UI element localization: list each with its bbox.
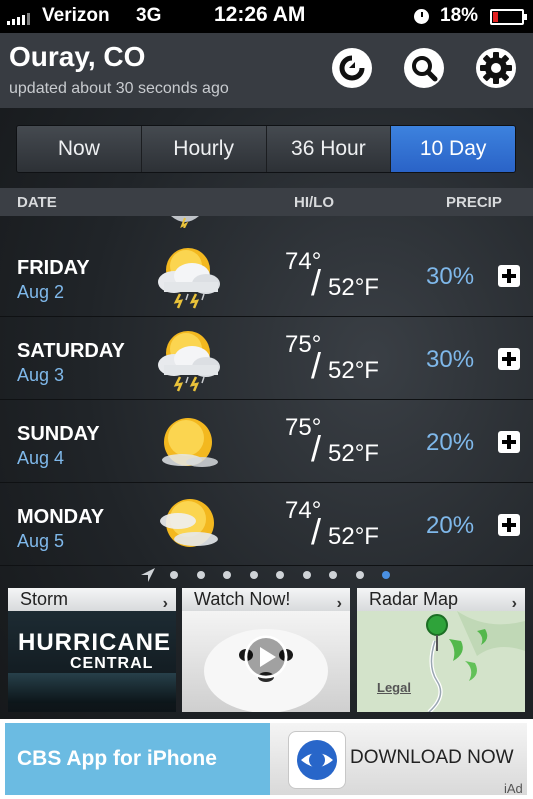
central-label: CENTRAL	[70, 655, 154, 672]
thunderstorm-icon	[171, 216, 199, 228]
precip-column-label: PRECIP	[446, 194, 502, 211]
thunderstorm-icon	[158, 331, 220, 392]
search-button[interactable]	[404, 48, 444, 88]
iad-badge: iAd	[504, 781, 523, 796]
day-date: Aug 5	[17, 531, 65, 551]
page-dot[interactable]	[223, 571, 231, 579]
page-dot[interactable]	[329, 571, 337, 579]
column-header: DATE HI/LO PRECIP	[0, 188, 533, 216]
play-icon	[246, 637, 286, 677]
gear-icon	[480, 52, 512, 84]
expand-day-button[interactable]	[498, 265, 520, 287]
location-header: Ouray, CO updated about 30 seconds ago	[0, 33, 533, 108]
hurricane-central-thumbnail: HURRICANE CENTRAL	[8, 611, 176, 712]
forecast-tabs: Now Hourly 36 Hour 10 Day	[16, 125, 516, 173]
precip-chance: 30%	[426, 263, 475, 290]
low-temp: 52°F	[328, 440, 379, 467]
low-temp: 52°F	[328, 274, 379, 301]
expand-day-button[interactable]	[498, 514, 520, 536]
page-dot[interactable]	[249, 571, 258, 579]
network-type: 3G	[136, 5, 162, 26]
legal-link[interactable]: Legal	[377, 680, 411, 695]
download-now-button[interactable]: DOWNLOAD NOW	[350, 747, 514, 769]
location-name: Ouray, CO	[9, 41, 146, 72]
forecast-list[interactable]: FRIDAY Aug 2 74° / 52°F 30% SATURDAY Aug…	[0, 216, 533, 566]
page-dot[interactable]	[196, 571, 205, 579]
precip-chance: 20%	[426, 512, 475, 539]
map-pin-icon	[427, 615, 447, 635]
alarm-clock-icon	[414, 9, 429, 24]
forecast-row-saturday[interactable]: SATURDAY Aug 3 75° / 52°F 30%	[0, 317, 533, 400]
watch-now-card[interactable]: Watch Now! ›	[182, 588, 350, 712]
status-bar: Verizon 3G 12:26 AM 18%	[0, 0, 533, 33]
ad-banner[interactable]: CBS App for iPhone DOWNLOAD NOW iAd	[0, 719, 533, 799]
partly-cloudy-icon	[160, 499, 218, 547]
forecast-row-sunday[interactable]: SUNDAY Aug 4 75° / 52°F 20%	[0, 400, 533, 483]
day-date: Aug 3	[17, 365, 65, 385]
card-title: Radar Map ›	[357, 588, 525, 612]
battery-icon	[490, 9, 527, 25]
settings-button[interactable]	[476, 48, 516, 88]
forecast-row-friday[interactable]: FRIDAY Aug 2 74° / 52°F 30%	[0, 234, 533, 317]
refresh-icon	[339, 55, 365, 81]
last-updated-text: updated about 30 seconds ago	[9, 80, 229, 97]
page-dot[interactable]	[382, 571, 390, 579]
page-dot[interactable]	[302, 571, 311, 579]
page-dot[interactable]	[170, 571, 178, 579]
status-time: 12:26 AM	[214, 3, 306, 26]
page-dot[interactable]	[355, 571, 364, 579]
day-date: Aug 4	[17, 448, 65, 468]
precip-chance: 30%	[426, 346, 475, 373]
forecast-row-monday[interactable]: MONDAY Aug 5 74° / 52°F 20%	[0, 483, 533, 566]
precip-chance: 20%	[426, 429, 475, 456]
expand-day-button[interactable]	[498, 431, 520, 453]
temp-divider: /	[311, 511, 322, 552]
day-name: SUNDAY	[17, 423, 100, 445]
tab-hourly[interactable]: Hourly	[141, 126, 267, 172]
storm-card[interactable]: Storm › HURRICANE CENTRAL	[8, 588, 176, 712]
signal-strength-icon	[7, 11, 30, 25]
search-icon	[412, 56, 438, 82]
cbs-eye-icon	[288, 731, 346, 789]
carrier-name: Verizon	[42, 5, 110, 26]
card-title: Storm ›	[8, 588, 176, 612]
low-temp: 52°F	[328, 523, 379, 550]
ad-title: CBS App for iPhone	[17, 747, 217, 770]
temp-divider: /	[311, 345, 322, 386]
video-thumbnail	[182, 611, 350, 712]
day-name: MONDAY	[17, 506, 105, 528]
tab-36-hour[interactable]: 36 Hour	[266, 126, 392, 172]
battery-percent: 18%	[440, 5, 479, 26]
temp-divider: /	[311, 262, 322, 303]
hurricane-label: HURRICANE	[18, 629, 171, 656]
expand-day-button[interactable]	[498, 348, 520, 370]
radar-map-card[interactable]: Radar Map › Legal	[357, 588, 525, 712]
card-title: Watch Now! ›	[182, 588, 350, 612]
day-name: FRIDAY	[17, 257, 90, 279]
page-indicator[interactable]	[0, 565, 533, 585]
tab-10-day[interactable]: 10 Day	[391, 126, 515, 172]
hilo-column-label: HI/LO	[294, 194, 334, 211]
ad-right-panel: DOWNLOAD NOW	[270, 723, 527, 795]
weather-app: Verizon 3G 12:26 AM 18% Ouray, CO update…	[0, 0, 533, 799]
page-dot[interactable]	[276, 571, 284, 579]
location-arrow-icon	[141, 568, 155, 582]
radar-map-thumbnail: Legal	[357, 611, 525, 712]
refresh-button[interactable]	[332, 48, 372, 88]
sunny-icon	[162, 418, 218, 467]
date-column-label: DATE	[17, 194, 57, 211]
temp-divider: /	[311, 428, 322, 469]
ad-left-panel: CBS App for iPhone	[5, 723, 275, 795]
day-date: Aug 2	[17, 282, 65, 302]
day-name: SATURDAY	[17, 340, 125, 362]
low-temp: 52°F	[328, 357, 379, 384]
thunderstorm-icon	[158, 248, 220, 309]
tab-now[interactable]: Now	[17, 126, 142, 172]
